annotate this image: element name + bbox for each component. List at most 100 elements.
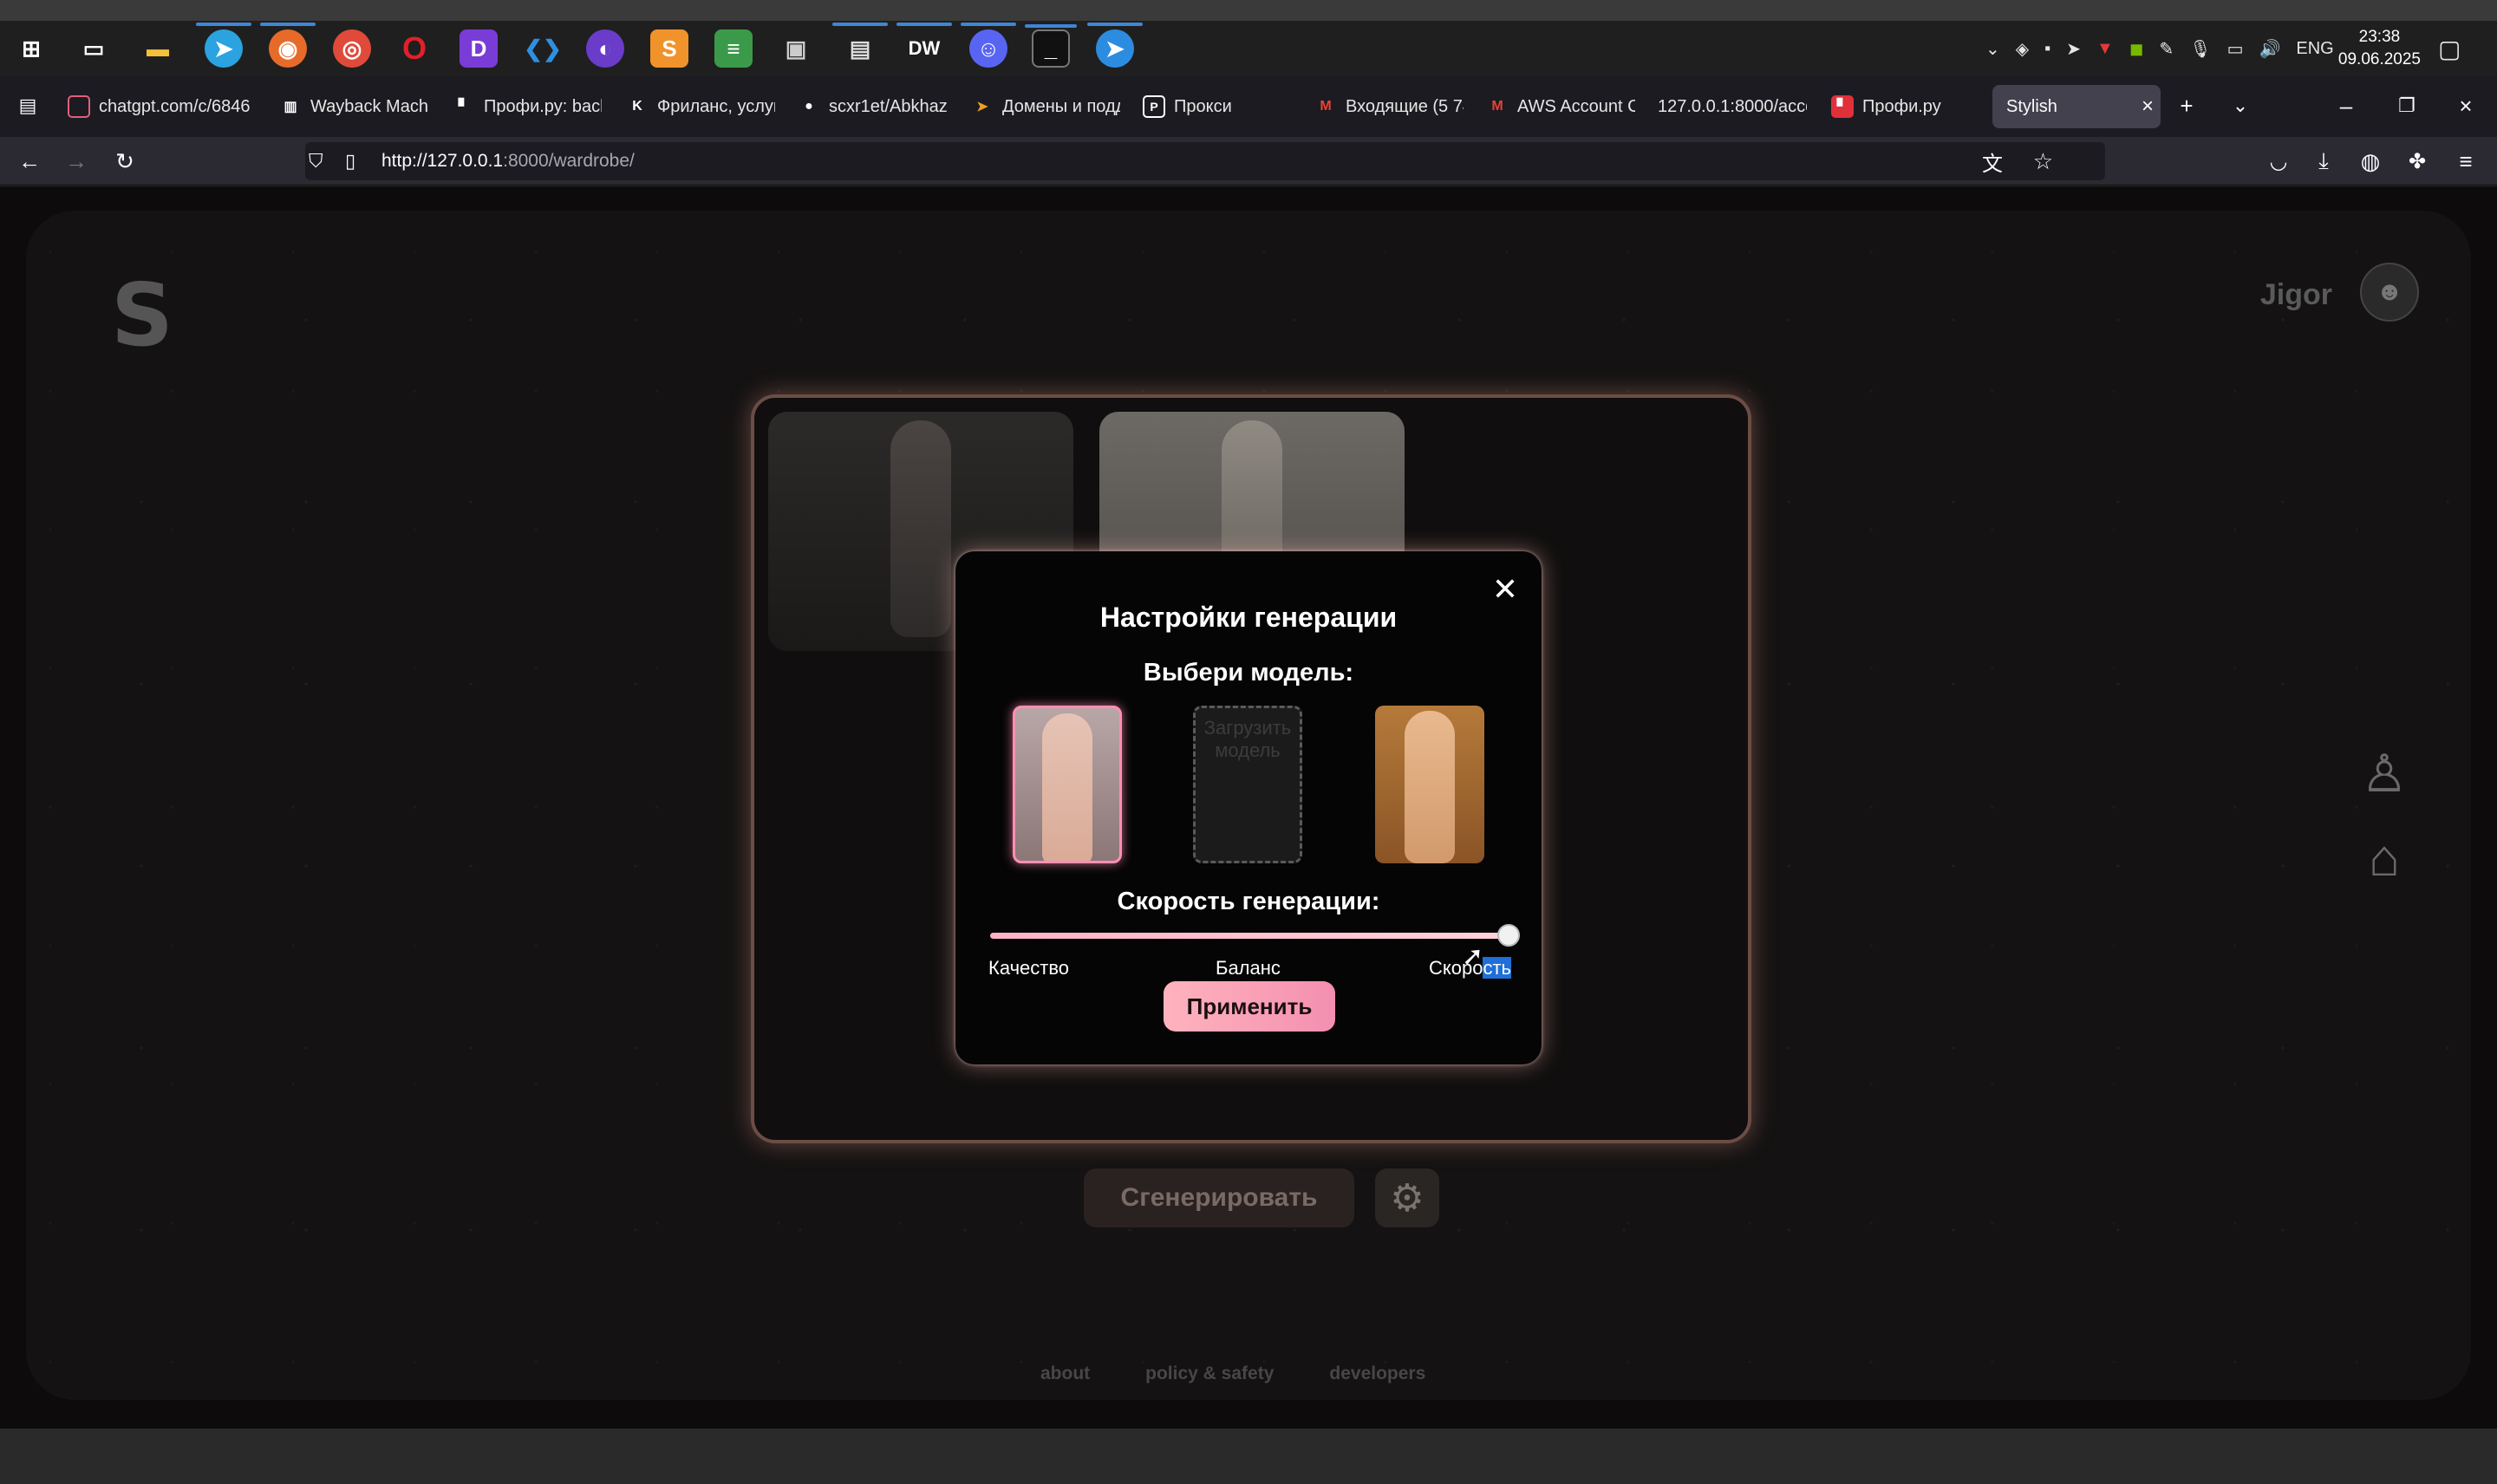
model-option-3[interactable] — [1375, 706, 1484, 863]
downloads-icon[interactable]: ⤓ — [2308, 146, 2339, 177]
dw-app-icon[interactable]: DW — [896, 23, 952, 68]
vscode-icon[interactable]: ❮❯ — [524, 29, 562, 68]
close-window-icon[interactable]: × — [2450, 90, 2481, 121]
footer-link-about[interactable]: about — [1040, 1364, 1090, 1384]
back-icon[interactable]: ← — [14, 146, 45, 177]
news-app-icon[interactable]: ▤ — [832, 23, 888, 68]
slider-label-quality: Качество — [988, 957, 1070, 979]
tray-app-icon[interactable]: ▪ — [2044, 39, 2050, 59]
network-icon[interactable]: ▭ — [2227, 38, 2244, 60]
steam-icon[interactable]: ◈ — [2016, 38, 2029, 60]
bookmark-star-icon[interactable]: ☆ — [2033, 148, 2053, 175]
pen-icon[interactable]: ✎ — [2159, 38, 2174, 60]
tab-domains[interactable]: ➤ Домены и подд — [964, 85, 1120, 128]
model-image — [1405, 711, 1455, 863]
windows-taskbar: ⊞ ▭ ▬ ➤ ◉ ◎ O D ❮❯ ◐ S ≡ ▣ ▤ DW ☺ _ ➤ ⌄ … — [0, 0, 2497, 76]
tab-label: Входящие (5 74 — [1346, 96, 1464, 116]
page-info-icon[interactable]: ▯ — [345, 150, 355, 172]
footer-link-developers[interactable]: developers — [1329, 1364, 1425, 1384]
tab-localhost-account[interactable]: 127.0.0.1:8000/accou — [1651, 85, 1807, 128]
generation-settings-modal: ✕ Настройки генерации Выбери модель: Заг… — [955, 551, 1542, 1064]
discord-icon[interactable]: ☺ — [961, 23, 1016, 68]
translate-icon[interactable]: 文 — [1982, 146, 2003, 177]
antivirus-icon[interactable]: ▼ — [2096, 39, 2114, 59]
model-image — [1042, 713, 1092, 861]
firefox-icon[interactable]: ◉ — [260, 23, 316, 68]
tab-label: AWS Account Cl — [1517, 96, 1635, 116]
github-desktop-icon[interactable]: ◐ — [586, 29, 624, 68]
profi-icon: ▘ — [458, 100, 470, 114]
blue-app-icon[interactable]: ➤ — [1087, 23, 1143, 68]
settings-gear-icon[interactable]: ⚙ — [1375, 1168, 1439, 1227]
chrome-icon[interactable]: ◎ — [333, 29, 371, 68]
upload-model-card[interactable]: Загрузить модель — [1193, 706, 1302, 863]
firefox-view-icon[interactable]: ▤ — [12, 90, 43, 121]
window-app-icon[interactable]: ▣ — [777, 29, 815, 68]
tab-aws[interactable]: M AWS Account Cl — [1479, 85, 1635, 128]
volume-icon[interactable]: 🔊 — [2259, 38, 2280, 60]
close-tab-icon[interactable]: × — [2142, 94, 2154, 119]
github-icon: ● — [805, 99, 813, 114]
nvidia-icon[interactable]: ◼ — [2129, 38, 2144, 60]
opera-icon[interactable]: O — [395, 29, 434, 68]
pocket-icon[interactable]: ◡ — [2263, 146, 2294, 177]
url-text[interactable]: http://127.0.0.1:8000/wardrobe/ — [381, 151, 635, 172]
sublime-icon[interactable]: S — [650, 29, 688, 68]
tab-github[interactable]: ● scxr1et/Abkhazi — [791, 85, 947, 128]
reload-icon[interactable]: ↻ — [109, 146, 140, 177]
tab-profi[interactable]: ▘ Профи.ру: back — [446, 85, 602, 128]
tab-label: 127.0.0.1:8000/accou — [1658, 96, 1807, 116]
account-icon[interactable]: ◍ — [2355, 146, 2386, 177]
purple-app-icon[interactable]: D — [460, 29, 498, 68]
new-tab-icon[interactable]: + — [2171, 90, 2202, 121]
profi-icon: ▘ — [1831, 95, 1854, 118]
mannequin-icon[interactable]: ♙ — [2350, 739, 2419, 809]
navigation-toolbar: ← → ↻ ⛉ ▯ http://127.0.0.1:8000/wardrobe… — [0, 137, 2497, 186]
tab-gmail-inbox[interactable]: M Входящие (5 74 — [1307, 85, 1464, 128]
minimize-icon[interactable]: – — [2331, 90, 2362, 121]
upload-model-label: Загрузить модель — [1203, 717, 1292, 761]
tab-proxy[interactable]: P Прокси — [1136, 85, 1292, 128]
speed-slider-handle[interactable] — [1497, 924, 1520, 947]
notifications-icon[interactable]: ▢ — [2438, 29, 2461, 68]
system-tray: ⌄ ◈ ▪ ➤ ▼ ◼ ✎ 🎙 ▭ 🔊 ENG — [1985, 29, 2334, 68]
chevron-up-icon[interactable]: ⌄ — [1985, 38, 2000, 60]
url-bar[interactable]: ⛉ ▯ http://127.0.0.1:8000/wardrobe/ 文 ☆ — [305, 142, 2105, 180]
windows-start-icon[interactable]: ⊞ — [12, 29, 50, 68]
brand-name: Jigor — [2259, 278, 2332, 311]
shield-icon[interactable]: ⛉ — [309, 150, 323, 172]
clock[interactable]: 23:38 09.06.2025 — [2338, 26, 2421, 71]
telegram-icon[interactable]: ➤ — [196, 23, 251, 68]
tab-profi-2[interactable]: ▘ Профи.ру — [1824, 85, 1980, 128]
generate-button[interactable]: Сгенерировать — [1084, 1168, 1354, 1227]
forward-icon[interactable]: → — [61, 146, 92, 177]
choose-model-heading: Выбери модель: — [1143, 659, 1354, 687]
tab-label: Профи.ру — [1862, 96, 1941, 116]
telegram-tray-icon[interactable]: ➤ — [2066, 38, 2081, 60]
apply-button[interactable]: Применить — [1164, 981, 1335, 1032]
menu-icon[interactable]: ≡ — [2450, 146, 2481, 177]
task-view-icon[interactable]: ▭ — [75, 29, 113, 68]
file-explorer-icon[interactable]: ▬ — [139, 29, 177, 68]
speed-heading: Скорость генерации: — [1117, 888, 1380, 915]
hanger-icon[interactable]: ⌂ — [2350, 823, 2419, 892]
logo[interactable]: S — [111, 264, 173, 366]
tab-list-icon[interactable]: ⌄ — [2225, 90, 2256, 121]
restore-icon[interactable]: ❐ — [2391, 90, 2422, 121]
avatar[interactable]: ☻ — [2360, 263, 2419, 322]
url-host: http://127.0.0.1 — [381, 151, 504, 171]
tab-chatgpt[interactable]: chatgpt.com/c/6846 — [61, 85, 255, 128]
tab-wayback[interactable]: ▥ Wayback Machin — [272, 85, 428, 128]
tab-kwork[interactable]: K Фриланс, услуги — [619, 85, 775, 128]
gmail-icon: M — [1320, 99, 1332, 114]
extensions-icon[interactable]: ✤ — [2402, 146, 2433, 177]
footer-link-policy[interactable]: policy & safety — [1145, 1364, 1274, 1384]
model-option-1[interactable] — [1013, 706, 1122, 863]
tab-stylish[interactable]: Stylish × — [1992, 85, 2161, 128]
terminal-icon[interactable]: _ — [1025, 24, 1077, 68]
microphone-icon[interactable]: 🎙 — [2189, 38, 2211, 60]
language-indicator[interactable]: ENG — [2296, 39, 2333, 59]
notepad-icon[interactable]: ≡ — [714, 29, 753, 68]
tab-label: scxr1et/Abkhazi — [829, 96, 947, 116]
speed-slider-track[interactable] — [990, 933, 1509, 939]
